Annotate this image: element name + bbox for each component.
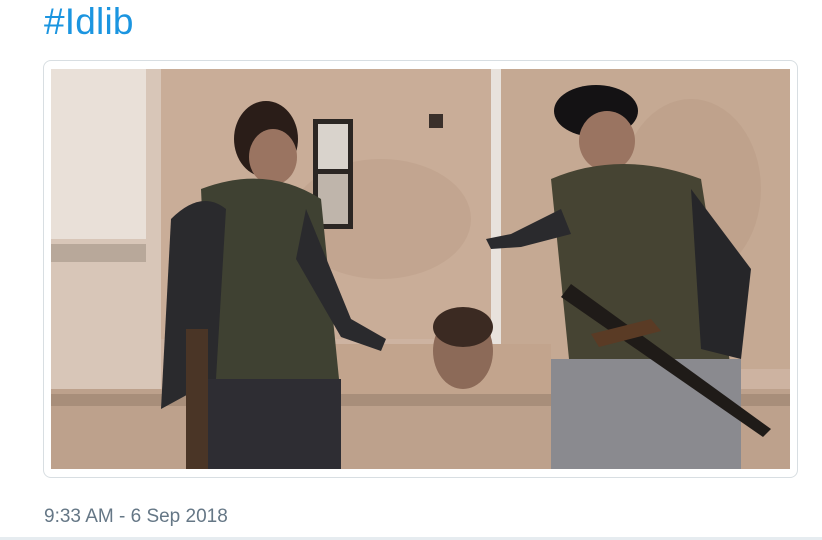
tweet-photo[interactable] — [51, 69, 790, 469]
tweet-timestamp[interactable]: 9:33 AM - 6 Sep 2018 — [44, 506, 228, 528]
hashtag-link[interactable]: #Idlib — [44, 0, 134, 44]
photo-scene — [51, 69, 790, 469]
media-card[interactable] — [43, 60, 798, 478]
